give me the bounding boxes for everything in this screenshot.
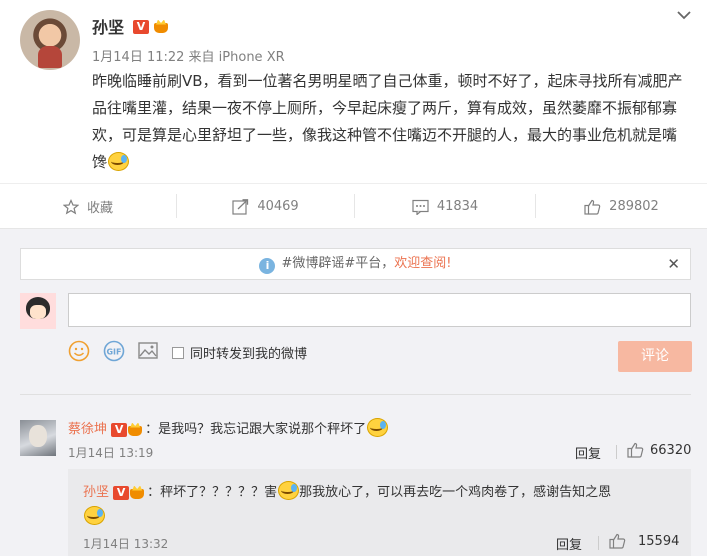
verified-badge-icon: V [111, 422, 128, 437]
author-name[interactable]: 孙坚 [92, 14, 124, 38]
repost-button[interactable]: 40469 [177, 184, 354, 229]
repost-icon [232, 198, 249, 215]
divider [598, 536, 599, 550]
vip-crown-icon [127, 423, 145, 437]
author-avatar[interactable] [20, 10, 80, 70]
reply-text: 孙坚 V ：秤坏了？？？？？害 那我放心了，可以再去吃一个鸡肉卷了，感谢告知之恩 [83, 480, 683, 530]
reply-button[interactable]: 回复 [575, 443, 601, 462]
comment-icon [412, 199, 429, 215]
info-icon: i [259, 258, 276, 274]
notice-text: #微博辟谣#平台， [281, 256, 395, 271]
comment-like-count: 66320 [650, 442, 692, 458]
gif-icon[interactable]: GIF [103, 340, 125, 362]
author-badges: V [133, 16, 171, 35]
laugh-cry-emoji-icon [83, 505, 105, 525]
like-button[interactable]: 289802 [536, 184, 707, 229]
post-text: 昨晚临睡前刷VB，看到一位著名男明星晒了自己体重，顿时不好了，起床寻找所有减肥产… [92, 68, 688, 176]
emoji-icon[interactable] [68, 340, 90, 362]
sync-repost-option[interactable]: 同时转发到我的微博 [172, 343, 307, 362]
current-user-avatar [20, 293, 56, 329]
close-icon[interactable]: ✕ [667, 249, 680, 279]
divider [616, 445, 617, 459]
laugh-cry-emoji-icon [277, 480, 300, 500]
sync-repost-label: 同时转发到我的微博 [190, 347, 308, 362]
comment-section: i #微博辟谣#平台，欢迎查阅! ✕ GIF 同时转发到我的微博 评论 蔡徐坤 V… [0, 229, 707, 556]
vip-crown-icon [153, 20, 171, 34]
reply-body-start: ：秤坏了？？？？？害 [147, 485, 278, 500]
reply-like-button[interactable]: 15594 [609, 533, 679, 549]
comment-like-button[interactable]: 66320 [627, 442, 691, 458]
thumbs-up-icon [627, 442, 644, 458]
verified-badge-icon: V [133, 19, 149, 34]
star-icon [62, 198, 79, 214]
weibo-post: 孙坚 V 1月14日 11:22 来自 iPhone XR 昨晚临睡前刷VB，看… [0, 0, 707, 183]
submit-comment-button[interactable]: 评论 [618, 341, 692, 372]
commenter-avatar[interactable] [20, 420, 56, 456]
reply-author-name[interactable]: 孙坚 [83, 485, 109, 500]
favorite-button[interactable]: 收藏 [0, 184, 176, 229]
like-count: 289802 [609, 199, 659, 214]
verified-badge-icon: V [113, 485, 130, 500]
comment-text: 蔡徐坤 V ：是我吗？我忘记跟大家说那个秤坏了 [68, 417, 389, 437]
sync-repost-checkbox[interactable] [172, 346, 184, 359]
svg-text:GIF: GIF [106, 348, 121, 357]
thumbs-up-icon [584, 199, 601, 215]
commenter-name[interactable]: 蔡徐坤 [68, 422, 107, 437]
rumor-notice-banner: i #微博辟谣#平台，欢迎查阅! ✕ [20, 248, 691, 280]
image-icon[interactable] [137, 340, 159, 362]
post-meta: 1月14日 11:22 来自 iPhone XR [92, 50, 285, 65]
chevron-down-icon[interactable] [676, 8, 692, 22]
comment-count: 41834 [436, 199, 479, 214]
reply-like-count: 15594 [638, 533, 680, 549]
post-text-content: 昨晚临睡前刷VB，看到一位著名男明星晒了自己体重，顿时不好了，起床寻找所有减肥产… [92, 72, 683, 171]
comment-time: 1月14日 13:19 [68, 446, 154, 460]
favorite-label: 收藏 [86, 201, 113, 216]
repost-count: 40469 [257, 199, 299, 214]
vip-crown-icon [129, 486, 147, 500]
notice-link[interactable]: 欢迎查阅! [394, 256, 451, 271]
reply-button[interactable]: 回复 [556, 534, 582, 553]
thumbs-up-icon [609, 533, 626, 549]
reply-time: 1月14日 13:32 [83, 537, 169, 551]
laugh-cry-emoji-icon [107, 151, 130, 171]
comment-body: ：是我吗？我忘记跟大家说那个秤坏了 [145, 422, 367, 437]
divider [20, 394, 691, 395]
nested-reply: 孙坚 V ：秤坏了？？？？？害 那我放心了，可以再去吃一个鸡肉卷了，感谢告知之恩 1… [68, 469, 691, 556]
action-bar: 收藏 40469 41834 289802 [0, 183, 707, 229]
reply-body-end: 那我放心了，可以再去吃一个鸡肉卷了，感谢告知之恩 [299, 485, 612, 500]
comment-button[interactable]: 41834 [355, 184, 535, 229]
laugh-cry-emoji-icon [366, 417, 389, 437]
comment-input[interactable] [68, 293, 691, 327]
